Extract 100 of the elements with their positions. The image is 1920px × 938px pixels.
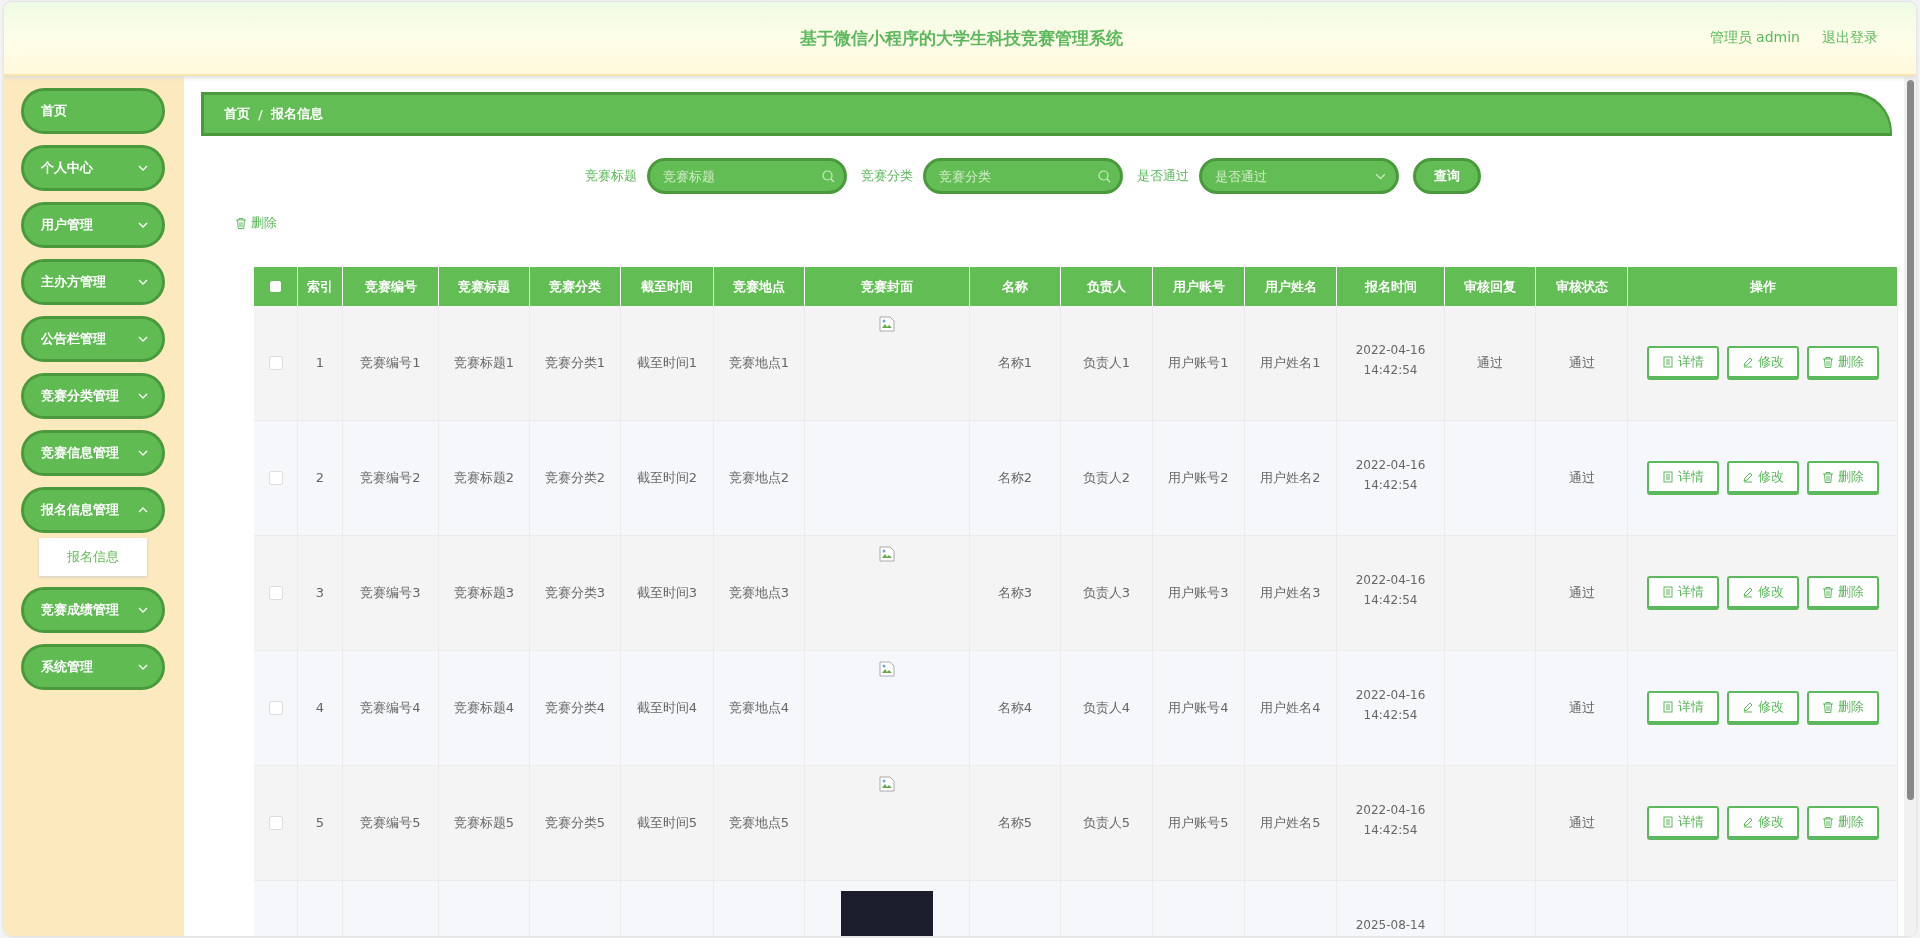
pencil-icon (1741, 356, 1754, 368)
table-cell: 名称2 (970, 421, 1061, 536)
breadcrumb-separator: / (258, 106, 263, 122)
detail-button[interactable]: 详情 (1646, 576, 1719, 610)
chevron-icon (138, 222, 148, 228)
delete-button[interactable]: 删除 (1806, 461, 1879, 495)
trash-icon (1821, 586, 1834, 598)
table-cell: 通过 (1536, 306, 1628, 421)
table-cell: 2 (298, 421, 343, 536)
broken-image-icon (879, 661, 895, 677)
delete-button[interactable]: 删除 (1806, 346, 1879, 380)
column-header: 竞赛封面 (805, 267, 970, 306)
table-cell: 用户账号5 (1153, 766, 1245, 881)
table-cell: 通过 (1536, 766, 1628, 881)
table-cell: 截至时间2 (621, 421, 714, 536)
table-cell: 2022-04-16 14:42:54 (1337, 421, 1445, 536)
edit-button[interactable]: 修改 (1726, 691, 1799, 725)
table-cell: 用户姓名1 (1245, 306, 1337, 421)
document-icon (1661, 816, 1674, 828)
table-cell: 用户姓名3 (1245, 536, 1337, 651)
menu-item[interactable]: 个人中心 (21, 145, 165, 191)
chevron-icon (138, 607, 148, 613)
select-field[interactable]: 是否通过 (1198, 158, 1399, 194)
delete-button[interactable]: 删除 (1806, 806, 1879, 840)
edit-button[interactable]: 修改 (1726, 806, 1799, 840)
select-all-checkbox[interactable] (270, 281, 281, 292)
row-checkbox[interactable] (268, 356, 283, 370)
table-cell: 竞赛编号1 (343, 306, 439, 421)
breadcrumb-item[interactable]: 首页 (224, 105, 250, 123)
row-checkbox[interactable] (268, 701, 283, 715)
menu-item[interactable]: 系统管理 (21, 644, 165, 690)
menu-item[interactable]: 用户管理 (21, 202, 165, 248)
edit-button[interactable]: 修改 (1726, 461, 1799, 495)
delete-link[interactable]: 删除 (235, 210, 277, 236)
table-cell: 竞赛地点1 (714, 306, 805, 421)
menu-item[interactable]: 竞赛信息管理 (21, 430, 165, 476)
pencil-icon (1741, 471, 1754, 483)
row-checkbox[interactable] (268, 471, 283, 485)
table-cell: 通过 (1536, 421, 1628, 536)
logout-link[interactable]: 退出登录 (1822, 29, 1878, 47)
table-cell: 截至时间5 (621, 766, 714, 881)
row-checkbox[interactable] (268, 816, 283, 830)
table-cell: 截至时间1 (621, 306, 714, 421)
detail-button[interactable]: 详情 (1646, 461, 1719, 495)
table-cell: 用户账号2 (1153, 421, 1245, 536)
table-cell: 3 (298, 536, 343, 651)
table-cell: 2025-08-14 (1337, 881, 1445, 936)
broken-image-icon (879, 776, 895, 792)
table-cell: 名称4 (970, 651, 1061, 766)
table-cell: 竞赛编号4 (343, 651, 439, 766)
table-cell: 负责人2 (1061, 421, 1153, 536)
column-header: 竞赛地点 (714, 267, 805, 306)
detail-button[interactable]: 详情 (1646, 346, 1719, 380)
scrollbar-thumb[interactable] (1906, 80, 1914, 800)
detail-button[interactable]: 详情 (1646, 806, 1719, 840)
pencil-icon (1741, 701, 1754, 713)
search-field[interactable]: 竞赛分类 (922, 158, 1123, 194)
table-cell: 竞赛地点3 (714, 536, 805, 651)
table-cell: 竞赛标题4 (439, 651, 530, 766)
edit-button[interactable]: 修改 (1726, 346, 1799, 380)
table-cell: 竞赛地点5 (714, 766, 805, 881)
menu-item[interactable]: 主办方管理 (21, 259, 165, 305)
column-header: 竞赛分类 (530, 267, 621, 306)
table-cell: 竞赛编号5 (343, 766, 439, 881)
menu-item[interactable]: 报名信息管理 (21, 487, 165, 533)
table-cell: 用户姓名5 (1245, 766, 1337, 881)
table-cell: 名称1 (970, 306, 1061, 421)
table-cell: 竞赛标题1 (439, 306, 530, 421)
table-cell: 通过 (1445, 306, 1536, 421)
trash-icon (1821, 356, 1834, 368)
table-cell: 名称5 (970, 766, 1061, 881)
menu-item[interactable]: 公告栏管理 (21, 316, 165, 362)
table-cell: 用户账号3 (1153, 536, 1245, 651)
chevron-icon (138, 450, 148, 456)
document-icon (1661, 701, 1674, 713)
delete-button[interactable]: 删除 (1806, 576, 1879, 610)
table-cell: 竞赛编号3 (343, 536, 439, 651)
row-checkbox[interactable] (268, 586, 283, 600)
detail-button[interactable]: 详情 (1646, 691, 1719, 725)
edit-button[interactable]: 修改 (1726, 576, 1799, 610)
menu-item[interactable]: 首页 (21, 88, 165, 134)
menu-item[interactable]: 竞赛成绩管理 (21, 587, 165, 633)
table-cell: 用户账号1 (1153, 306, 1245, 421)
scrollbar[interactable] (1904, 76, 1916, 936)
column-header: 截至时间 (621, 267, 714, 306)
search-field[interactable]: 竞赛标题 (646, 158, 847, 194)
breadcrumb-item[interactable]: 报名信息 (270, 105, 323, 123)
table-cell: 用户账号4 (1153, 651, 1245, 766)
query-button[interactable]: 查询 (1412, 158, 1481, 194)
delete-button[interactable]: 删除 (1806, 691, 1879, 725)
column-header: 竞赛标题 (439, 267, 530, 306)
submenu-item[interactable]: 报名信息 (39, 538, 147, 576)
app-title: 基于微信小程序的大学生科技竞赛管理系统 (799, 26, 1125, 50)
column-header: 索引 (298, 267, 343, 306)
column-header: 报名时间 (1337, 267, 1445, 306)
table-cell: 负责人3 (1061, 536, 1153, 651)
menu-item[interactable]: 竞赛分类管理 (21, 373, 165, 419)
table-cell: 2022-04-16 14:42:54 (1337, 651, 1445, 766)
search-icon (1097, 170, 1111, 183)
table-cell: 负责人1 (1061, 306, 1153, 421)
